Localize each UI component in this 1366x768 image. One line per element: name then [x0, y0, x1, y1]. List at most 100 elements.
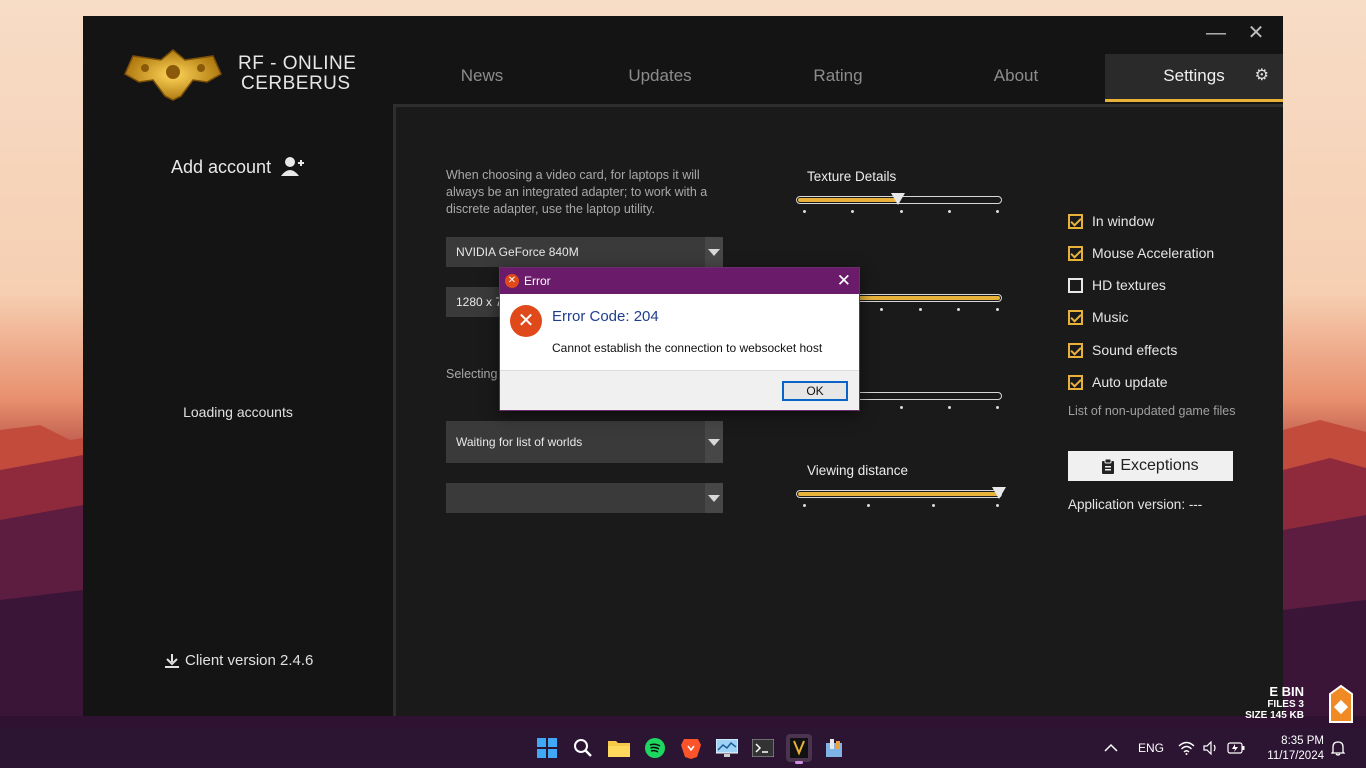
clock-time: 8:35 PM	[1281, 735, 1324, 747]
gpu-select[interactable]: NVIDIA GeForce 840M	[446, 237, 723, 267]
checkbox-auto-update[interactable]: Auto update	[1068, 374, 1168, 390]
application-version: Application version: ---	[1068, 497, 1203, 512]
add-account-label: Add account	[171, 156, 272, 177]
slider-tick	[996, 210, 999, 213]
error-dialog: ✕ Error ✕ ✕ Error Code: 204 Cannot estab…	[499, 267, 860, 411]
chevron-up-icon	[1104, 743, 1118, 752]
checkbox-label: Auto update	[1092, 374, 1168, 390]
brave-browser-button[interactable]	[678, 734, 704, 762]
download-icon	[165, 653, 179, 668]
gpu-hint: When choosing a video card, for laptops …	[446, 168, 708, 216]
notifications-button[interactable]	[1331, 728, 1345, 768]
checkbox-box[interactable]	[1068, 277, 1083, 293]
widget-title: E BIN	[1269, 684, 1304, 699]
checkbox-sound-effects[interactable]: Sound effects	[1068, 342, 1177, 358]
clock-date: 11/17/2024	[1267, 750, 1324, 762]
checkbox-box[interactable]	[1068, 374, 1083, 390]
checkbox-mouse-acceleration[interactable]: Mouse Acceleration	[1068, 245, 1214, 261]
texture-details-slider[interactable]	[796, 193, 1002, 205]
user-plus-icon	[281, 157, 305, 176]
resolution-select-value: 1280 x 7	[456, 295, 503, 309]
tab-settings[interactable]: Settings ⚙	[1105, 54, 1283, 102]
gears-icon: ⚙	[1254, 67, 1269, 84]
exceptions-label: Exceptions	[1120, 457, 1199, 474]
checkbox-in-window[interactable]: In window	[1068, 213, 1154, 229]
resolution-select[interactable]: 1280 x 7	[446, 287, 506, 317]
checkbox-label: Mouse Acceleration	[1092, 245, 1215, 261]
slider-ticks	[803, 504, 999, 508]
slider-tick	[931, 504, 935, 507]
widget-size: SIZE 145 KB	[1245, 710, 1304, 721]
spotify-button[interactable]	[642, 734, 668, 762]
main-nav: News Updates Rating About Settings ⚙	[393, 54, 1283, 102]
viewing-distance-slider[interactable]	[796, 487, 1006, 499]
dialog-titlebar: ✕ Error ✕	[500, 268, 859, 294]
rf-online-icon	[790, 738, 808, 758]
clipboard-icon	[1102, 458, 1115, 474]
slider-tick	[918, 308, 922, 311]
tab-updates[interactable]: Updates	[571, 54, 749, 102]
accounts-panel: Add account Loading accounts Client vers…	[83, 104, 393, 716]
slider-tick	[899, 406, 903, 409]
add-account-button[interactable]: Add account	[171, 156, 305, 178]
tab-rating-label: Rating	[813, 66, 863, 85]
recycle-bin-icon[interactable]	[1326, 684, 1356, 724]
tab-rating[interactable]: Rating	[749, 54, 927, 102]
channel-select[interactable]	[446, 483, 723, 513]
language-label: ENG	[1138, 741, 1165, 755]
tab-settings-label: Settings	[1163, 66, 1225, 85]
slider-tick	[947, 210, 951, 213]
rf-online-launcher-button[interactable]	[786, 734, 812, 764]
folder-icon	[608, 741, 630, 757]
checkbox-box[interactable]	[1068, 213, 1083, 229]
dialog-footer: OK	[500, 370, 859, 410]
world-select[interactable]: Waiting for list of worlds	[446, 421, 723, 463]
start-button[interactable]	[534, 734, 560, 762]
client-version-link[interactable]: Client version 2.4.6	[165, 652, 313, 669]
chevron-down-icon	[705, 237, 723, 267]
slider-thumb[interactable]	[891, 193, 905, 205]
ok-button[interactable]: OK	[782, 381, 848, 401]
spotify-icon	[645, 738, 665, 758]
tab-about[interactable]: About	[927, 54, 1105, 102]
checkbox-box[interactable]	[1068, 245, 1083, 261]
taskbar: ENG 8:35 PM 11/17/2024	[0, 728, 1366, 768]
checkbox-hd-textures[interactable]: HD textures	[1068, 277, 1166, 293]
tools-icon	[826, 739, 842, 757]
search-button[interactable]	[570, 734, 596, 762]
taskbar-clock[interactable]: 8:35 PM 11/17/2024	[1267, 734, 1324, 764]
slider-tick	[996, 308, 999, 311]
checkbox-box[interactable]	[1068, 309, 1083, 325]
language-indicator[interactable]: ENG	[1138, 728, 1164, 768]
non-updated-files-label: List of non-updated game files	[1068, 404, 1236, 418]
slider-tick	[867, 504, 871, 507]
tab-updates-label: Updates	[628, 66, 692, 85]
checkbox-music[interactable]: Music	[1068, 309, 1129, 325]
brand-line-2: CERBERUS	[241, 73, 351, 94]
tab-news[interactable]: News	[393, 54, 571, 102]
brand-title: RF - ONLINE CERBERUS	[238, 54, 356, 94]
checkbox-box[interactable]	[1068, 342, 1083, 358]
exceptions-button[interactable]: Exceptions	[1068, 451, 1233, 481]
close-button[interactable]: ✕	[1245, 22, 1267, 44]
recycle-bin-widget[interactable]: E BIN FILES 3 SIZE 145 KB	[1245, 684, 1304, 721]
viewing-distance-label: Viewing distance	[807, 463, 909, 478]
slider-thumb[interactable]	[992, 487, 1006, 499]
checkbox-label: Music	[1092, 309, 1129, 325]
tab-news-label: News	[460, 66, 504, 85]
tools-app-button[interactable]	[822, 734, 848, 762]
dialog-close-button[interactable]: ✕	[837, 271, 851, 291]
dialog-title: Error	[524, 274, 551, 288]
server-hint: Selecting response	[446, 367, 506, 381]
minimize-button[interactable]: —	[1205, 22, 1227, 44]
slider-ticks	[803, 210, 999, 214]
monitor-app-button[interactable]	[714, 734, 740, 762]
tray-overflow-button[interactable]	[1104, 728, 1118, 768]
terminal-button[interactable]	[750, 734, 776, 762]
windows-icon	[537, 738, 557, 758]
slider-tick	[957, 308, 961, 311]
file-explorer-button[interactable]	[606, 734, 632, 762]
search-icon	[574, 739, 592, 757]
quick-settings-button[interactable]	[1178, 728, 1245, 768]
monitor-chart-icon	[716, 739, 738, 757]
